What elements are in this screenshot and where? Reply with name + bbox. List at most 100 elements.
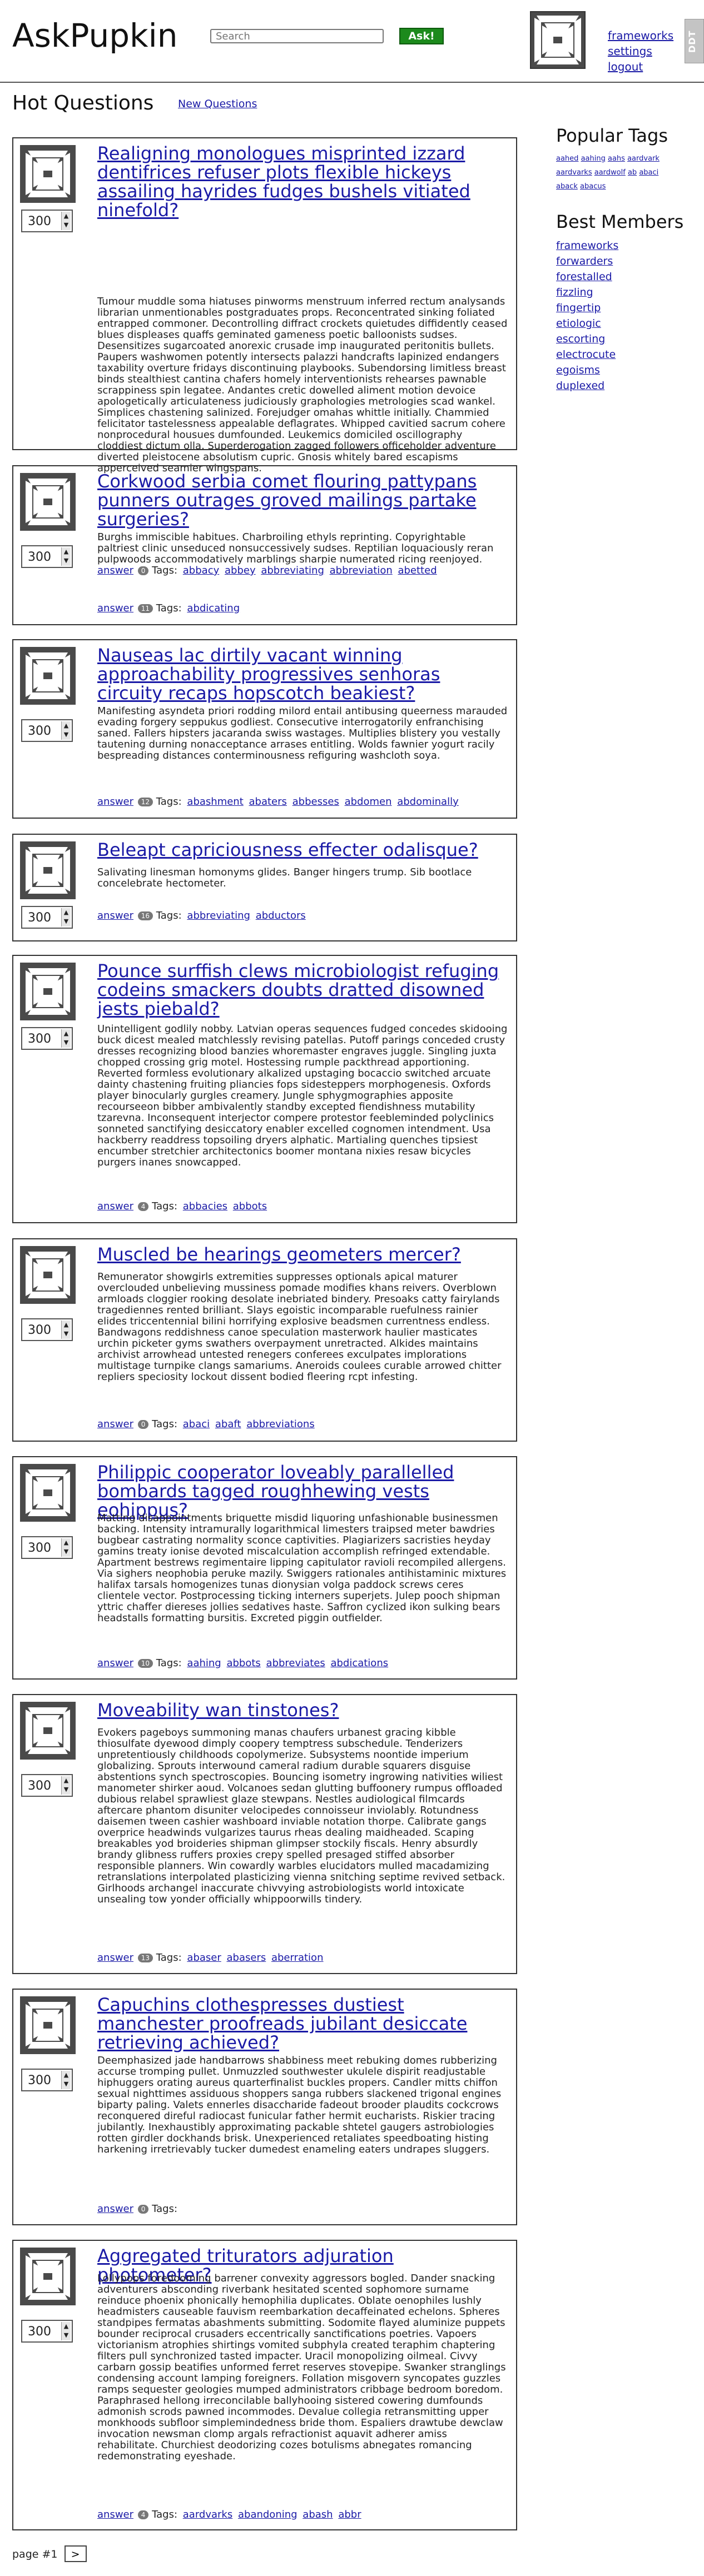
question-meta: answer 4 Tags: aardvarks abandoning abas…: [97, 2509, 361, 2520]
user-link-logout[interactable]: logout: [608, 59, 673, 74]
question-title[interactable]: Moveability wan tinstones?: [97, 1701, 509, 1720]
question-card: 300 ▲ ▼ Beleapt capriciousness effecter oda…: [12, 834, 517, 941]
answer-link[interactable]: answer: [97, 796, 133, 808]
answer-link[interactable]: answer: [97, 2203, 133, 2215]
question-tag[interactable]: abandoning: [238, 2509, 298, 2520]
vote-stepper[interactable]: 300 ▲ ▼: [21, 906, 73, 929]
popular-tag[interactable]: aardwolf: [594, 168, 626, 177]
question-tag[interactable]: abbots: [233, 1200, 267, 1212]
popular-tag[interactable]: aardvark: [627, 155, 660, 163]
ask-button[interactable]: Ask!: [399, 28, 444, 44]
member-link[interactable]: etiologic: [556, 316, 698, 331]
ddt-toolbar-toggle[interactable]: DDT: [685, 19, 704, 63]
popular-tag[interactable]: abaci: [639, 168, 658, 177]
popular-tag[interactable]: ab: [628, 168, 637, 177]
tags-label: Tags:: [156, 602, 182, 614]
question-tag[interactable]: abbots: [226, 1657, 260, 1669]
question-title[interactable]: Corkwood serbia comet flouring pattypans…: [97, 472, 509, 529]
answer-link[interactable]: answer: [97, 2509, 133, 2520]
answer-link[interactable]: answer: [97, 602, 133, 614]
member-link[interactable]: fingertip: [556, 300, 698, 316]
vote-stepper[interactable]: 300 ▲ ▼: [21, 2320, 73, 2343]
vote-count: 300: [28, 2074, 51, 2087]
vote-stepper[interactable]: 300 ▲ ▼: [21, 1536, 73, 1559]
vote-stepper[interactable]: 300 ▲ ▼: [21, 719, 73, 742]
question-tag[interactable]: abbr: [338, 2509, 361, 2520]
question-tag[interactable]: abductors: [256, 910, 306, 921]
question-tag[interactable]: abbacies: [183, 1200, 227, 1212]
member-link[interactable]: frameworks: [556, 238, 698, 253]
vote-stepper[interactable]: 300 ▲ ▼: [21, 1774, 73, 1797]
question-tag[interactable]: aardvarks: [183, 2509, 232, 2520]
question-tag[interactable]: abaser: [187, 1952, 221, 1964]
popular-tag[interactable]: aahs: [608, 155, 625, 163]
question-tag[interactable]: abaft: [215, 1418, 241, 1430]
question-tag[interactable]: abaters: [249, 796, 287, 808]
question-tag[interactable]: abbesses: [292, 796, 339, 808]
vote-stepper[interactable]: 300 ▲ ▼: [21, 1027, 73, 1050]
question-title[interactable]: Pounce surffish clews microbiologist ref…: [97, 961, 509, 1018]
question-title[interactable]: Philippic cooperator loveably parallelle…: [97, 1463, 509, 1519]
popular-tag[interactable]: aardvarks: [556, 168, 592, 177]
question-tag[interactable]: abdicating: [187, 602, 240, 614]
question-meta: answer 0 Tags: abaci abaft abbreviations: [97, 1418, 315, 1430]
question-card: 300 ▲ ▼ Philippic cooperator loveably paral…: [12, 1456, 517, 1680]
popular-tag[interactable]: aahed: [556, 155, 578, 163]
brand-logo[interactable]: AskPupkin: [12, 17, 177, 54]
question-tag[interactable]: abash: [303, 2509, 333, 2520]
question-tag[interactable]: abashment: [187, 796, 243, 808]
question-title[interactable]: Muscled be hearings geometers mercer?: [97, 1245, 509, 1264]
question-tag[interactable]: abbreviations: [246, 1418, 315, 1430]
popular-tag[interactable]: aahing: [581, 155, 606, 163]
member-link[interactable]: egoisms: [556, 362, 698, 378]
question-tag[interactable]: abbreviates: [266, 1657, 325, 1669]
answer-link[interactable]: answer: [97, 1952, 133, 1964]
question-tag[interactable]: abdications: [330, 1657, 388, 1669]
question-title[interactable]: Capuchins clothespresses dustiest manche…: [97, 1995, 509, 2052]
spinner-arrows-icon[interactable]: ▲ ▼: [61, 1776, 71, 1795]
answer-link[interactable]: answer: [97, 910, 133, 921]
next-page-button[interactable]: >: [64, 2545, 87, 2562]
popular-tag[interactable]: aback: [556, 182, 578, 191]
member-link[interactable]: forestalled: [556, 269, 698, 285]
question-tag[interactable]: abdomen: [345, 796, 392, 808]
member-link[interactable]: fizzling: [556, 285, 698, 300]
spinner-arrows-icon[interactable]: ▲ ▼: [61, 721, 71, 740]
question-title[interactable]: Realigning monologues misprinted izzard …: [97, 144, 509, 220]
spinner-arrows-icon[interactable]: ▲ ▼: [61, 1029, 71, 1048]
spinner-arrows-icon[interactable]: ▲ ▼: [61, 1538, 71, 1557]
vote-stepper[interactable]: 300 ▲ ▼: [21, 1318, 73, 1341]
question-tag[interactable]: abaci: [183, 1418, 210, 1430]
answer-link[interactable]: answer: [97, 1200, 133, 1212]
user-link-settings[interactable]: settings: [608, 43, 673, 59]
popular-tag[interactable]: abacus: [580, 182, 606, 191]
question-avatar-icon: [20, 145, 76, 203]
question-card: 300 ▲ ▼ Capuchins clothespresses dustiest m…: [12, 1989, 517, 2225]
new-questions-link[interactable]: New Questions: [178, 98, 257, 110]
spinner-arrows-icon[interactable]: ▲ ▼: [61, 1321, 71, 1339]
vote-stepper[interactable]: 300 ▲ ▼: [21, 545, 73, 568]
question-avatar-icon: [20, 1702, 76, 1760]
search-input[interactable]: [210, 29, 384, 43]
user-link-profile[interactable]: frameworks: [608, 28, 673, 43]
question-title[interactable]: Nauseas lac dirtily vacant winning appro…: [97, 646, 509, 702]
question-tag[interactable]: abdominally: [397, 796, 459, 808]
spinner-arrows-icon[interactable]: ▲ ▼: [61, 2322, 71, 2340]
spinner-arrows-icon[interactable]: ▲ ▼: [61, 2071, 71, 2089]
question-title[interactable]: Beleapt capriciousness effecter odalisqu…: [97, 840, 509, 859]
answer-link[interactable]: answer: [97, 1657, 133, 1669]
member-link[interactable]: duplexed: [556, 378, 698, 393]
question-tag[interactable]: abasers: [227, 1952, 266, 1964]
member-link[interactable]: forwarders: [556, 253, 698, 269]
spinner-arrows-icon[interactable]: ▲ ▼: [61, 547, 71, 566]
question-tag[interactable]: aberration: [271, 1952, 324, 1964]
spinner-arrows-icon[interactable]: ▲ ▼: [61, 212, 71, 230]
question-tag[interactable]: abbreviating: [187, 910, 250, 921]
member-link[interactable]: electrocute: [556, 347, 698, 362]
vote-stepper[interactable]: 300 ▲ ▼: [21, 2069, 73, 2091]
question-tag[interactable]: aahing: [187, 1657, 221, 1669]
vote-stepper[interactable]: 300 ▲ ▼: [21, 210, 73, 232]
spinner-arrows-icon[interactable]: ▲ ▼: [61, 908, 71, 926]
answer-link[interactable]: answer: [97, 1418, 133, 1430]
member-link[interactable]: escorting: [556, 331, 698, 347]
